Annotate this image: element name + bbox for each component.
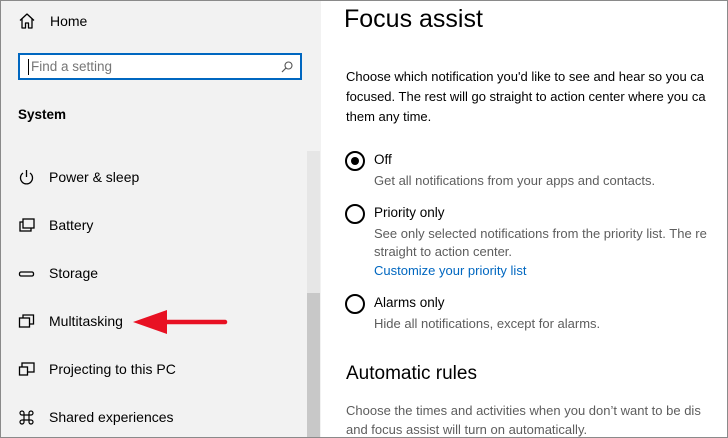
power-icon: [19, 170, 34, 185]
storage-icon: [18, 271, 35, 277]
option-description: Hide all notifications, except for alarm…: [374, 316, 601, 331]
description-line: them any time.: [346, 109, 432, 124]
radio-label-alarms-only[interactable]: Alarms only: [374, 295, 445, 310]
sidebar-item-label: Power & sleep: [49, 169, 140, 185]
radio-off[interactable]: [345, 151, 365, 171]
search-icon[interactable]: [281, 61, 293, 73]
radio-alarms-only[interactable]: [345, 294, 365, 314]
sidebar-item-home[interactable]: Home: [1, 5, 301, 37]
rules-description-line: and focus assist will turn on automatica…: [346, 422, 588, 437]
sidebar-item-label: Shared experiences: [49, 409, 174, 425]
option-description: Get all notifications from your apps and…: [374, 173, 656, 188]
radio-label-priority-only[interactable]: Priority only: [374, 205, 445, 220]
search-box[interactable]: Find a setting: [18, 53, 302, 80]
sidebar-item-storage[interactable]: Storage: [1, 253, 301, 293]
automatic-rules-heading: Automatic rules: [346, 363, 477, 384]
radio-selected-dot: [351, 157, 359, 165]
shared-experiences-icon: [19, 410, 34, 425]
description-line: focused. The rest will go straight to ac…: [346, 89, 706, 104]
sidebar-item-label: Multitasking: [49, 313, 123, 329]
sidebar: Home Find a setting System Power & sleep: [1, 1, 321, 437]
sidebar-home-label: Home: [50, 13, 88, 29]
radio-priority-only[interactable]: [345, 204, 365, 224]
rules-description-line: Choose the times and activities when you…: [346, 403, 701, 418]
sidebar-item-battery[interactable]: Battery: [1, 205, 301, 245]
scrollbar-thumb[interactable]: [307, 293, 320, 437]
multitasking-icon: [18, 314, 35, 328]
sidebar-item-projecting[interactable]: Projecting to this PC: [1, 349, 301, 389]
scrollbar-track-upper[interactable]: [307, 151, 320, 293]
search-input[interactable]: Find a setting: [31, 59, 112, 74]
customize-priority-list-link[interactable]: Customize your priority list: [374, 263, 526, 278]
sidebar-item-shared-experiences[interactable]: Shared experiences: [1, 397, 301, 437]
main-content: Focus assist Choose which notification y…: [321, 1, 727, 437]
sidebar-item-power-sleep[interactable]: Power & sleep: [1, 157, 301, 197]
battery-icon: [19, 218, 35, 232]
text-caret: [28, 59, 29, 75]
page-title: Focus assist: [344, 5, 483, 33]
annotation-arrow-icon: [133, 310, 228, 334]
automatic-rules-description: Choose the times and activities when you…: [346, 401, 701, 437]
sidebar-item-label: Battery: [49, 217, 94, 233]
home-icon: [19, 13, 35, 29]
option-description: See only selected notifications from the…: [374, 226, 707, 241]
description-line: Choose which notification you'd like to …: [346, 69, 705, 84]
sidebar-item-label: Storage: [49, 265, 99, 281]
option-description: straight to action center.: [374, 244, 513, 259]
projecting-icon: [18, 362, 35, 376]
sidebar-item-label: Projecting to this PC: [49, 361, 176, 377]
section-title: System: [18, 107, 67, 122]
page-description: Choose which notification you'd like to …: [346, 67, 727, 127]
settings-window: Home Find a setting System Power & sleep: [0, 0, 728, 438]
radio-label-off[interactable]: Off: [374, 152, 392, 167]
